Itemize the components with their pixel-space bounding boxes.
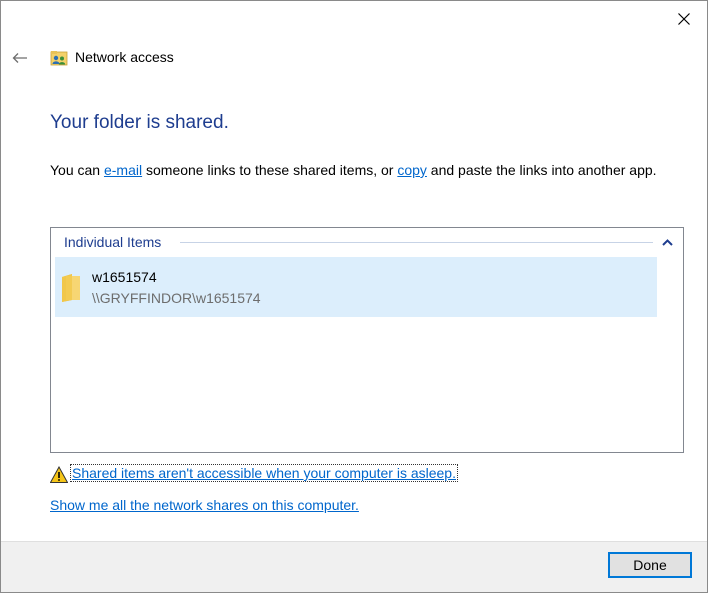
close-icon — [678, 13, 690, 25]
window-title: Network access — [75, 49, 174, 65]
back-arrow-icon — [12, 53, 27, 63]
description-part3: and paste the links into another app. — [426, 162, 657, 178]
item-name: w1651574 — [92, 269, 157, 285]
sleep-warning-link[interactable]: Shared items aren't accessible when your… — [70, 464, 458, 482]
page-heading: Your folder is shared. — [50, 112, 229, 133]
email-link[interactable]: e-mail — [104, 162, 142, 178]
dialog-footer: Done — [1, 541, 707, 592]
chevron-up-icon — [661, 238, 673, 246]
folder-icon — [62, 274, 80, 302]
close-button[interactable] — [661, 1, 707, 37]
back-button[interactable] — [7, 45, 33, 71]
description-text: You can e-mail someone links to these sh… — [50, 160, 680, 180]
warning-icon — [50, 466, 68, 483]
shared-items-list: Individual Items w1651574 \\GRYFFINDOR\w… — [50, 227, 684, 453]
show-network-shares-link[interactable]: Show me all the network shares on this c… — [50, 497, 359, 513]
group-header: Individual Items — [64, 234, 162, 250]
network-access-dialog: Network access Your folder is shared. Yo… — [0, 0, 708, 593]
done-button[interactable]: Done — [608, 552, 692, 578]
copy-link[interactable]: copy — [397, 162, 427, 178]
group-divider — [180, 242, 653, 243]
collapse-group-button[interactable] — [657, 234, 677, 250]
list-item[interactable]: w1651574 \\GRYFFINDOR\w1651574 — [55, 257, 657, 317]
description-part1: You can — [50, 162, 104, 178]
description-part2: someone links to these shared items, or — [142, 162, 398, 178]
network-folder-icon — [50, 51, 68, 66]
item-path: \\GRYFFINDOR\w1651574 — [92, 290, 261, 306]
